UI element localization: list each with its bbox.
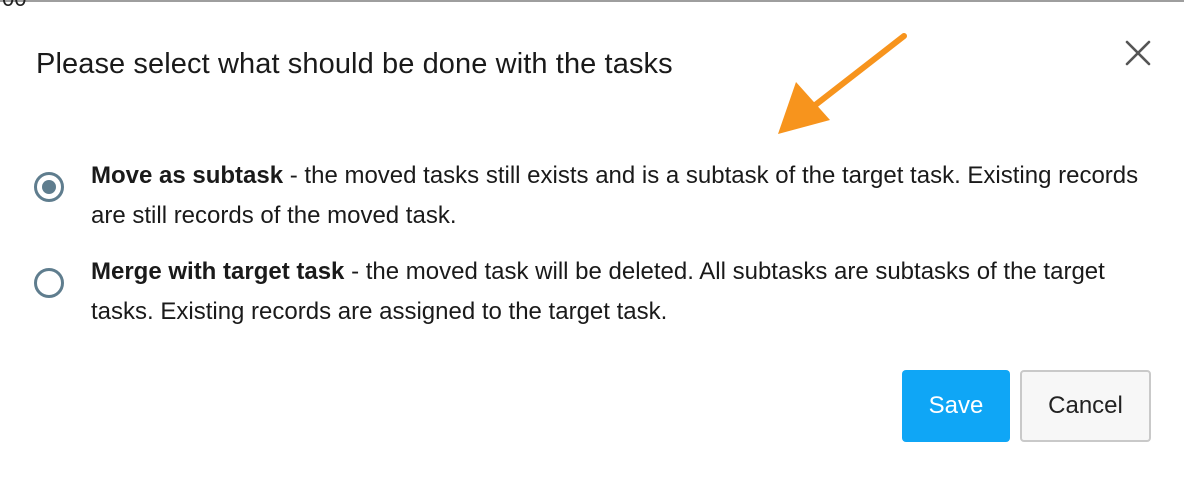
radio-selected-dot — [42, 180, 56, 194]
save-button[interactable]: Save — [902, 370, 1010, 442]
top-fragment-text: 00 — [2, 0, 26, 12]
arrow-icon — [778, 33, 907, 134]
dialog: 00 Please select what should be done wit… — [0, 0, 1184, 478]
radio-merge-with-target[interactable] — [34, 268, 64, 298]
dialog-title: Please select what should be done with t… — [36, 48, 673, 80]
option-merge-label: Merge with target task — [91, 258, 345, 285]
cancel-button[interactable]: Cancel — [1020, 370, 1151, 442]
option-move-label: Move as subtask — [91, 162, 284, 189]
close-button[interactable] — [1121, 36, 1155, 70]
radio-move-as-subtask[interactable] — [34, 172, 64, 202]
close-icon — [1125, 40, 1151, 66]
option-move-text: Move as subtask - the moved tasks still … — [91, 156, 1141, 236]
option-merge-text: Merge with target task - the moved task … — [91, 252, 1141, 332]
top-divider — [0, 0, 1184, 2]
